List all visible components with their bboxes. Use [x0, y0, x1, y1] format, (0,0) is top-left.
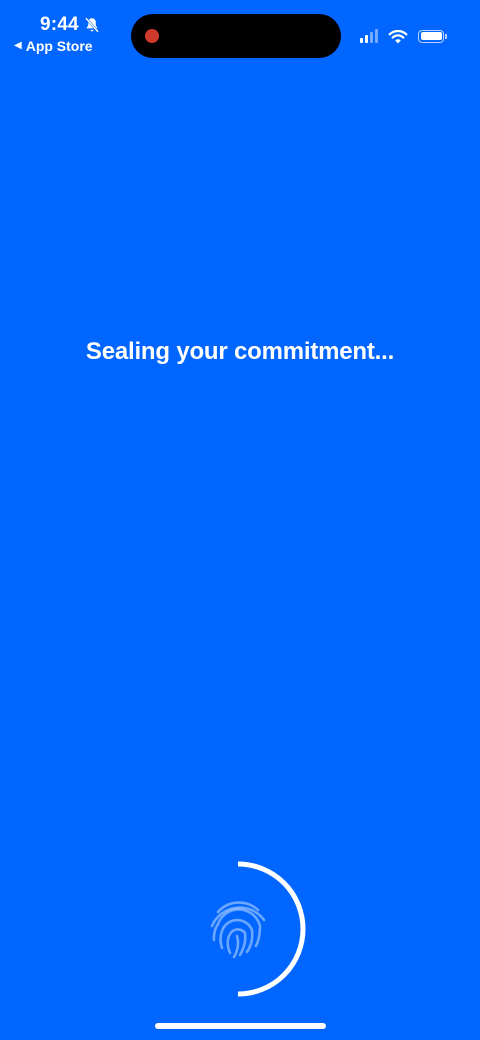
- wifi-icon: [388, 29, 408, 44]
- time-group: 9:44: [40, 14, 101, 36]
- sealing-message: Sealing your commitment...: [85, 338, 395, 365]
- back-link-label: App Store: [25, 38, 93, 54]
- status-time: 9:44: [40, 14, 79, 35]
- status-icons: [360, 28, 447, 44]
- back-arrow-icon: ◀: [14, 40, 22, 51]
- dynamic-island: [131, 14, 341, 58]
- back-to-app-store-link[interactable]: ◀ App Store: [14, 38, 93, 54]
- progress-ring: [174, 860, 310, 1000]
- battery-icon: [418, 29, 447, 43]
- cellular-signal-icon: [360, 29, 378, 43]
- home-indicator[interactable]: [155, 1023, 326, 1029]
- status-bar: 9:44 ◀ App Store: [0, 0, 480, 70]
- fingerprint-icon: [210, 901, 266, 959]
- recording-indicator-icon: [145, 29, 159, 43]
- bell-slash-icon: [84, 17, 99, 33]
